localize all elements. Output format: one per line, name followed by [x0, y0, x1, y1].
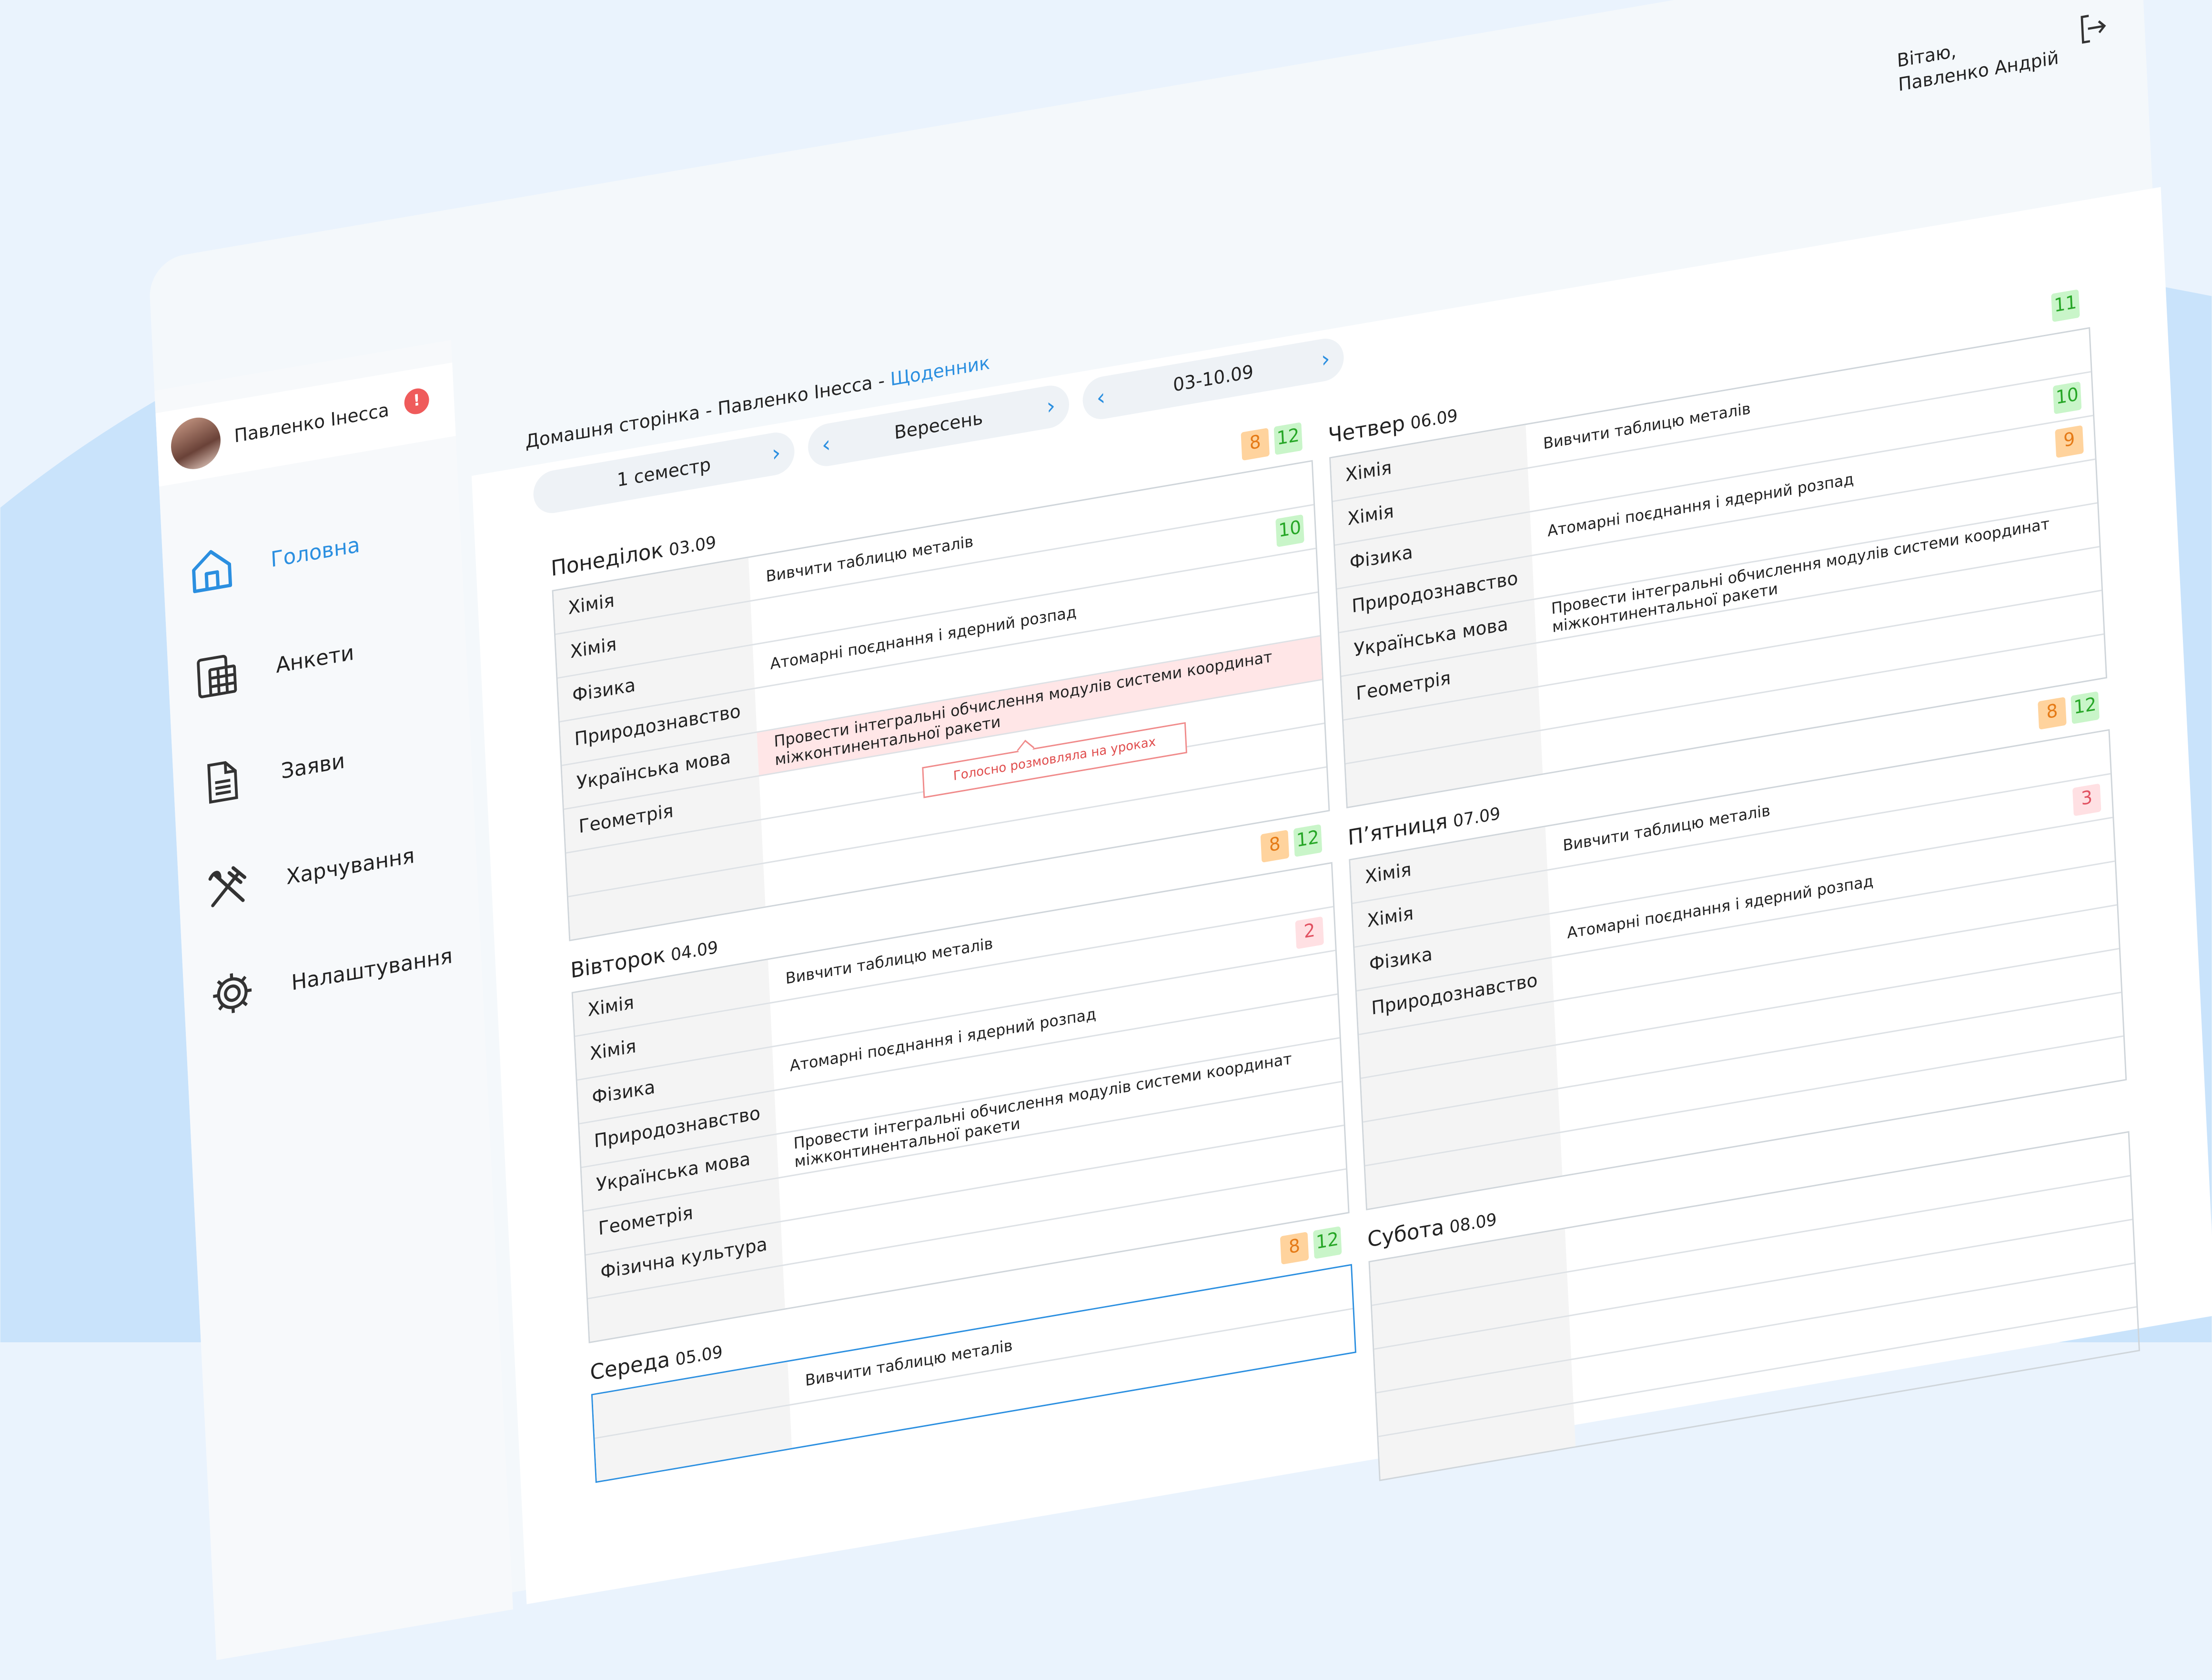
semester-value: 1 семестр [616, 454, 712, 492]
chevron-right-icon[interactable]: › [771, 439, 781, 467]
chevron-left-icon[interactable]: ‹ [821, 430, 831, 458]
sidebar-item-label: Головна [270, 532, 361, 573]
breadcrumb-separator: - [872, 370, 891, 394]
grade-badge[interactable]: 12 [1293, 824, 1323, 857]
sidebar-item-label: Заяви [280, 748, 346, 785]
avatar[interactable] [170, 413, 222, 473]
week-value: 03-10.09 [1172, 361, 1254, 397]
grade-badge[interactable]: 2 [1295, 916, 1324, 949]
grade-badge[interactable]: 10 [1275, 514, 1304, 547]
grade-badge[interactable]: 8 [2038, 696, 2067, 730]
home-icon [192, 550, 232, 594]
grade-badge[interactable]: 8 [1260, 830, 1290, 863]
grade-badge[interactable]: 8 [1280, 1231, 1309, 1265]
alert-badge[interactable]: ! [404, 386, 430, 416]
profile-name: Павленко Інесса [233, 400, 390, 448]
day-grades: 11 [2051, 289, 2080, 322]
document-icon [207, 761, 238, 804]
chevron-right-icon[interactable]: › [1321, 345, 1331, 373]
grade-badge[interactable]: 9 [2055, 425, 2084, 458]
sidebar-item-label: Налаштування [291, 943, 453, 996]
logout-icon[interactable] [2075, 8, 2110, 48]
grade-badge[interactable]: 8 [1241, 428, 1270, 461]
grade-badge[interactable]: 12 [1313, 1226, 1342, 1259]
breadcrumb-separator: - [699, 400, 718, 424]
grade-badge[interactable]: 11 [2051, 289, 2080, 322]
grade-badge[interactable]: 10 [2052, 381, 2082, 414]
gear-icon [213, 973, 252, 1014]
calculator-icon [197, 654, 237, 698]
app-window: Вітаю, Павленко Андрій Павленко Інесса !… [148, 0, 2212, 1660]
month-value: Вересень [894, 407, 984, 444]
chevron-left-icon[interactable]: ‹ [1096, 383, 1106, 412]
grade-badge[interactable]: 3 [2072, 783, 2101, 816]
sidebar-item-label: Харчування [285, 843, 415, 890]
grade-badge[interactable]: 12 [1273, 422, 1303, 455]
grade-badge[interactable]: 12 [2071, 691, 2100, 724]
fork-knife-icon [208, 866, 247, 907]
sidebar-item-label: Анкети [275, 640, 355, 679]
chevron-right-icon[interactable]: › [1046, 392, 1056, 420]
